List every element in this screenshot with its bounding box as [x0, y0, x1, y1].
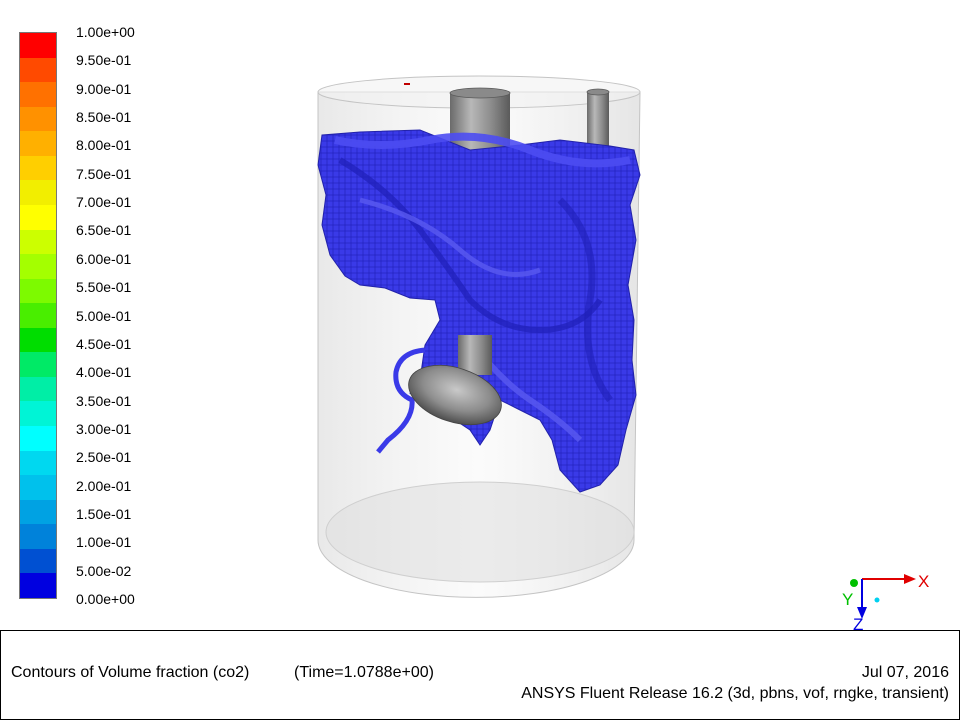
x-axis-label: X: [918, 572, 929, 591]
axes-triad: X Y Z: [842, 572, 929, 633]
software-release: ANSYS Fluent Release 16.2 (3d, pbns, vof…: [521, 685, 949, 702]
y-axis-label: Y: [842, 590, 853, 609]
contour-scene: [317, 75, 641, 598]
graphics-viewport[interactable]: 1.00e+00 9.50e-01 9.00e-01 8.50e-01 8.00e-01…: [0, 0, 960, 633]
solution-time: (Time=1.0788e+00): [294, 664, 434, 681]
plot-caption: Contours of Volume fraction (co2): [11, 664, 250, 681]
plot-footer: Contours of Volume fraction (co2) (Time=…: [0, 630, 960, 720]
plot-date: Jul 07, 2016: [861, 664, 949, 681]
